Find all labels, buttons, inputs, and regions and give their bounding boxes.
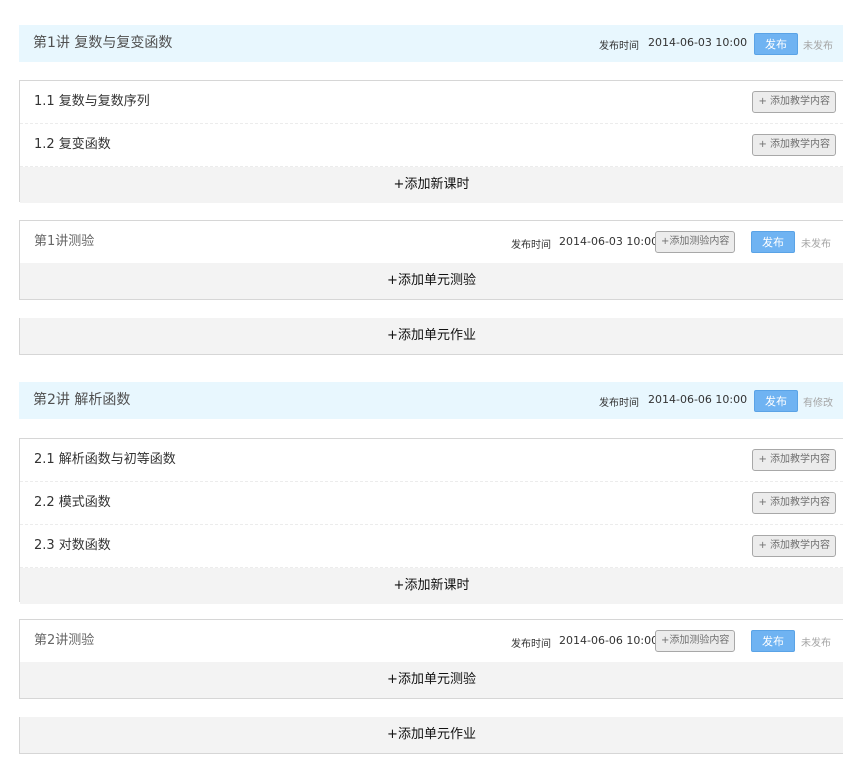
- list-item: 1.2 复变函数 + 添加教学内容: [20, 124, 843, 167]
- publish-time-label: 发布时间: [511, 240, 551, 251]
- lesson-list: 2.1 解析函数与初等函数 + 添加教学内容 2.2 模式函数 + 添加教学内容…: [19, 438, 843, 604]
- course-outline: 第1讲 复数与复变函数 发布时间 2014-06-03 10:00 发布 未发布…: [0, 0, 860, 775]
- chapter-header: 第1讲 复数与复变函数 发布时间 2014-06-03 10:00 发布 未发布: [19, 25, 843, 62]
- add-lesson-button[interactable]: +添加新课时: [20, 167, 843, 203]
- chapter-title: 第2讲 解析函数: [33, 392, 131, 408]
- publish-button[interactable]: 发布: [751, 630, 795, 652]
- lesson-title[interactable]: 2.1 解析函数与初等函数: [34, 439, 176, 481]
- add-unit-homework-button[interactable]: +添加单元作业: [19, 318, 843, 355]
- lesson-title[interactable]: 1.1 复数与复数序列: [34, 81, 150, 123]
- add-teaching-content-button[interactable]: + 添加教学内容: [752, 535, 836, 557]
- add-teaching-content-button[interactable]: + 添加教学内容: [752, 492, 836, 514]
- add-teaching-content-button[interactable]: + 添加教学内容: [752, 134, 836, 156]
- add-unit-quiz-button[interactable]: +添加单元测验: [20, 662, 843, 698]
- lesson-title[interactable]: 1.2 复变函数: [34, 124, 111, 166]
- add-teaching-content-button[interactable]: + 添加教学内容: [752, 91, 836, 113]
- chapter-title: 第1讲 复数与复变函数: [33, 35, 173, 51]
- quiz-section: 第1讲测验 发布时间 2014-06-03 10:00 +添加测验内容 发布 未…: [19, 220, 843, 300]
- publish-time-label: 发布时间: [599, 41, 639, 52]
- list-item: 2.1 解析函数与初等函数 + 添加教学内容: [20, 439, 843, 482]
- add-unit-homework-button[interactable]: +添加单元作业: [19, 717, 843, 754]
- quiz-header: 第2讲测验 发布时间 2014-06-06 10:00 +添加测验内容 发布 未…: [20, 620, 843, 662]
- add-unit-quiz-button[interactable]: +添加单元测验: [20, 263, 843, 299]
- quiz-title[interactable]: 第1讲测验: [34, 221, 94, 263]
- publish-time-label: 发布时间: [599, 398, 639, 409]
- publish-time: 2014-06-03 10:00: [648, 36, 748, 49]
- add-teaching-content-button[interactable]: + 添加教学内容: [752, 449, 836, 471]
- publish-time: 2014-06-03 10:00: [559, 235, 659, 248]
- status-badge: 未发布: [801, 638, 831, 649]
- publish-time: 2014-06-06 10:00: [648, 393, 748, 406]
- list-item: 2.2 模式函数 + 添加教学内容: [20, 482, 843, 525]
- publish-button[interactable]: 发布: [751, 231, 795, 253]
- add-quiz-content-button[interactable]: +添加测验内容: [655, 231, 736, 253]
- quiz-title[interactable]: 第2讲测验: [34, 620, 94, 662]
- status-badge: 未发布: [801, 239, 831, 250]
- list-item: 1.1 复数与复数序列 + 添加教学内容: [20, 81, 843, 124]
- lesson-list: 1.1 复数与复数序列 + 添加教学内容 1.2 复变函数 + 添加教学内容 +…: [19, 80, 843, 203]
- publish-time-label: 发布时间: [511, 639, 551, 650]
- publish-button[interactable]: 发布: [754, 33, 798, 55]
- quiz-section: 第2讲测验 发布时间 2014-06-06 10:00 +添加测验内容 发布 未…: [19, 619, 843, 699]
- add-lesson-button[interactable]: +添加新课时: [20, 568, 843, 604]
- list-item: 2.3 对数函数 + 添加教学内容: [20, 525, 843, 568]
- status-badge: 未发布: [803, 41, 833, 52]
- lesson-title[interactable]: 2.2 模式函数: [34, 482, 111, 524]
- quiz-header: 第1讲测验 发布时间 2014-06-03 10:00 +添加测验内容 发布 未…: [20, 221, 843, 263]
- chapter-header: 第2讲 解析函数 发布时间 2014-06-06 10:00 发布 有修改: [19, 382, 843, 419]
- publish-button[interactable]: 发布: [754, 390, 798, 412]
- lesson-title[interactable]: 2.3 对数函数: [34, 525, 111, 567]
- add-quiz-content-button[interactable]: +添加测验内容: [655, 630, 736, 652]
- publish-time: 2014-06-06 10:00: [559, 634, 659, 647]
- status-badge: 有修改: [803, 398, 833, 409]
